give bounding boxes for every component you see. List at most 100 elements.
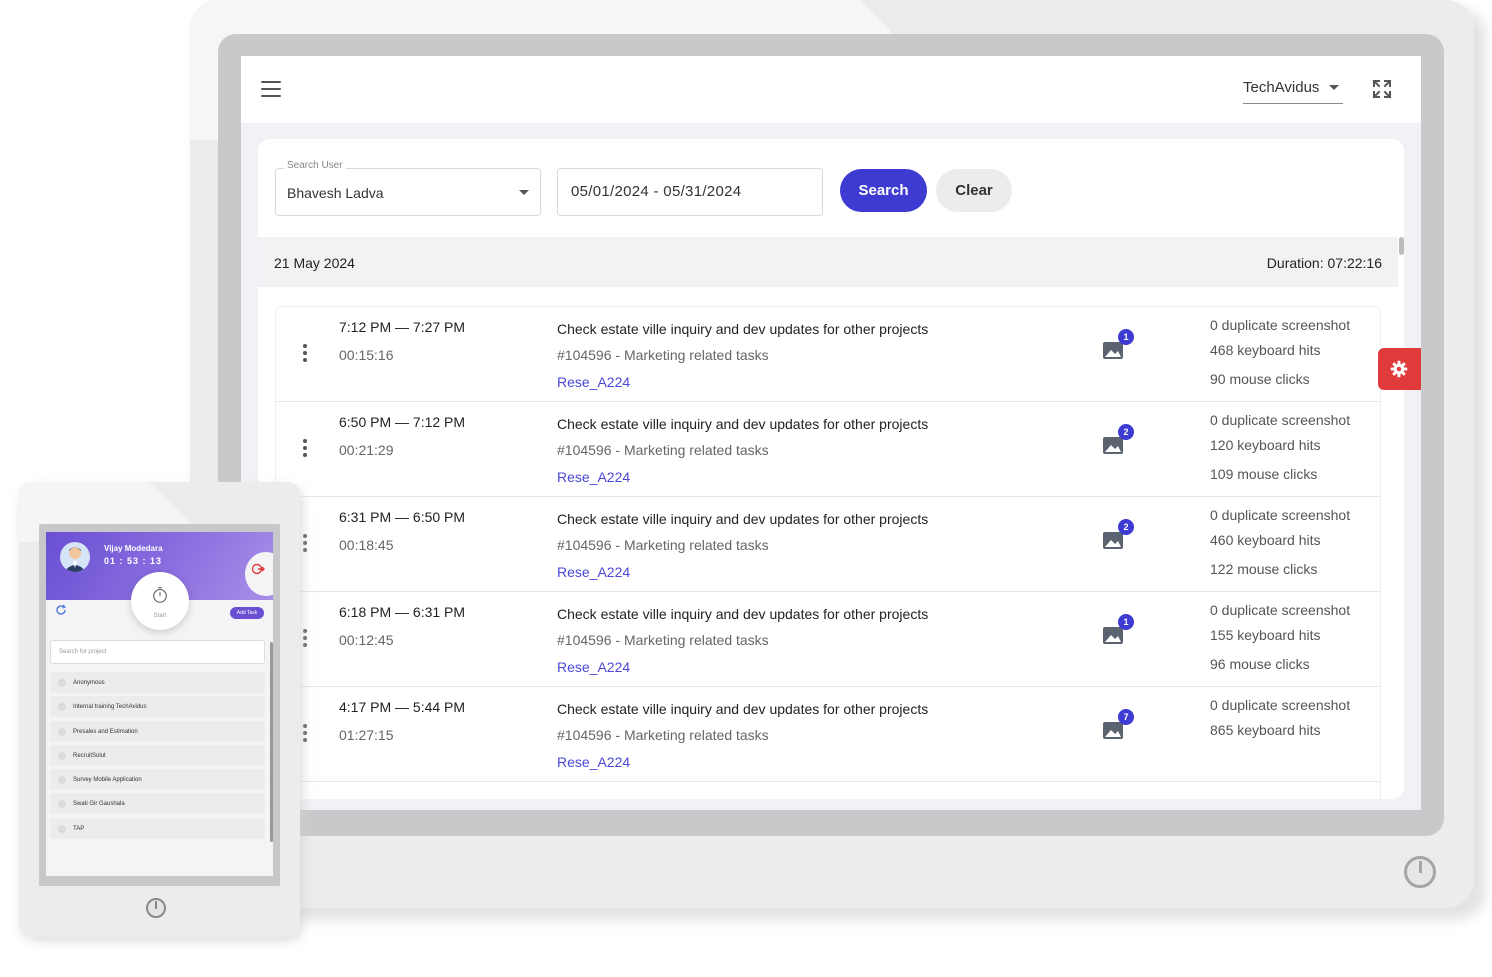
project-name: Internal training TechAvidus <box>73 704 147 710</box>
entry-duration: 00:15:16 <box>339 347 394 363</box>
fullscreen-expand-icon[interactable] <box>1372 79 1392 99</box>
entry-title: Check estate ville inquiry and dev updat… <box>557 606 929 622</box>
monitor-screen: TechAvidus Search User Bhavesh Ladva 05/… <box>241 56 1421 810</box>
entry-task: #104596 - Marketing related tasks <box>557 442 769 458</box>
duplicate-screenshot-stat: 0 duplicate screenshot <box>1210 507 1351 523</box>
project-name: Presales and Estimation <box>73 729 138 735</box>
project-item[interactable]: TAP <box>50 818 265 839</box>
entry-reference-link[interactable]: Rese_A224 <box>557 659 630 675</box>
radio-icon <box>58 776 66 784</box>
project-item[interactable]: RecruitSolut <box>50 745 265 766</box>
tablet-timer: 01 : 53 : 13 <box>104 556 163 566</box>
activity-row: 6:31 PM — 6:50 PM 00:18:45 Check estate … <box>276 497 1380 592</box>
scrollbar-thumb[interactable] <box>1399 237 1404 255</box>
day-summary-bar: 21 May 2024 Duration: 07:22:16 <box>258 237 1398 287</box>
time-range: 4:17 PM — 5:44 PM <box>339 699 466 715</box>
activity-card: Search User Bhavesh Ladva 05/01/2024 - 0… <box>258 139 1404 799</box>
gear-icon <box>1390 360 1408 378</box>
duplicate-screenshot-stat: 0 duplicate screenshot <box>1210 317 1351 333</box>
monitor-frame: TechAvidus Search User Bhavesh Ladva 05/… <box>190 0 1474 908</box>
app-header: TechAvidus <box>241 56 1421 123</box>
search-button[interactable]: Search <box>840 169 927 212</box>
project-name: Survey Mobile Application <box>73 777 142 783</box>
day-duration: Duration: 07:22:16 <box>1266 255 1382 271</box>
chevron-down-icon <box>1329 85 1339 90</box>
entry-duration: 00:21:29 <box>339 442 394 458</box>
entry-title: Check estate ville inquiry and dev updat… <box>557 416 929 432</box>
screenshot-count-badge: 1 <box>1118 329 1134 345</box>
entry-reference-link[interactable]: Rese_A224 <box>557 374 630 390</box>
project-name: RecruitSolut <box>73 753 106 759</box>
clear-button[interactable]: Clear <box>936 169 1012 212</box>
entry-reference-link[interactable]: Rese_A224 <box>557 564 630 580</box>
project-item[interactable]: Anonymous <box>50 672 265 693</box>
start-label: Start <box>153 613 167 619</box>
screenshot-count-badge: 7 <box>1118 709 1134 725</box>
organization-name: TechAvidus <box>1243 79 1320 96</box>
chevron-down-icon <box>519 190 529 195</box>
scrollbar-thumb[interactable] <box>270 642 273 842</box>
tablet-frame: Vijay Modedara 01 : 53 : 13 Start Add Ta… <box>19 482 300 937</box>
radio-icon <box>58 825 66 833</box>
mouse-clicks-stat: 90 mouse clicks <box>1210 371 1310 387</box>
keyboard-hits-stat: 865 keyboard hits <box>1210 722 1321 738</box>
keyboard-hits-stat: 460 keyboard hits <box>1210 532 1321 548</box>
refresh-icon[interactable] <box>55 604 67 616</box>
entry-task: #104596 - Marketing related tasks <box>557 632 769 648</box>
tablet-power-icon <box>146 898 166 918</box>
add-task-button[interactable]: Add Task <box>230 607 264 619</box>
radio-icon <box>58 800 66 808</box>
keyboard-hits-stat: 155 keyboard hits <box>1210 627 1321 643</box>
project-item[interactable]: Survey Mobile Application <box>50 769 265 790</box>
activity-row: 4:17 PM — 5:44 PM 01:27:15 Check estate … <box>276 687 1380 782</box>
product-mockup: TechAvidus Search User Bhavesh Ladva 05/… <box>0 0 1492 977</box>
avatar <box>60 542 90 572</box>
duplicate-screenshot-stat: 0 duplicate screenshot <box>1210 697 1351 713</box>
vertical-dots-icon[interactable] <box>300 344 310 364</box>
time-range: 6:18 PM — 6:31 PM <box>339 604 466 620</box>
entry-duration: 00:12:45 <box>339 632 394 648</box>
search-user-select[interactable]: Search User Bhavesh Ladva <box>275 160 541 216</box>
entry-task: #104596 - Marketing related tasks <box>557 727 769 743</box>
project-name: Swati Gir Gaushala <box>73 801 125 807</box>
hamburger-menu-icon[interactable] <box>261 81 281 97</box>
entry-title: Check estate ville inquiry and dev updat… <box>557 701 929 717</box>
entry-duration: 01:27:15 <box>339 727 394 743</box>
activity-row: 6:50 PM — 7:12 PM 00:21:29 Check estate … <box>276 402 1380 497</box>
time-range: 6:50 PM — 7:12 PM <box>339 414 466 430</box>
entry-task: #104596 - Marketing related tasks <box>557 537 769 553</box>
time-range: 7:12 PM — 7:27 PM <box>339 319 466 335</box>
duplicate-screenshot-stat: 0 duplicate screenshot <box>1210 602 1351 618</box>
keyboard-hits-stat: 468 keyboard hits <box>1210 342 1321 358</box>
search-user-value: Bhavesh Ladva <box>287 185 384 201</box>
tablet-screen: Vijay Modedara 01 : 53 : 13 Start Add Ta… <box>46 532 273 876</box>
vertical-dots-icon[interactable] <box>300 439 310 459</box>
date-range-input[interactable]: 05/01/2024 - 05/31/2024 <box>557 168 823 216</box>
settings-button[interactable] <box>1378 348 1421 390</box>
entry-reference-link[interactable]: Rese_A224 <box>557 469 630 485</box>
activity-row: 7:12 PM — 7:27 PM 00:15:16 Check estate … <box>276 307 1380 402</box>
mouse-clicks-stat: 122 mouse clicks <box>1210 561 1318 577</box>
project-item[interactable]: Internal training TechAvidus <box>50 696 265 717</box>
entry-title: Check estate ville inquiry and dev updat… <box>557 511 929 527</box>
activity-row: 6:18 PM — 6:31 PM 00:12:45 Check estate … <box>276 592 1380 687</box>
organization-select[interactable]: TechAvidus <box>1243 76 1343 104</box>
activity-list: 7:12 PM — 7:27 PM 00:15:16 Check estate … <box>275 306 1381 799</box>
entry-task: #104596 - Marketing related tasks <box>557 347 769 363</box>
time-range: 6:31 PM — 6:50 PM <box>339 509 466 525</box>
duplicate-screenshot-stat: 0 duplicate screenshot <box>1210 412 1351 428</box>
project-name: TAP <box>73 826 85 832</box>
project-item[interactable]: Presales and Estimation <box>50 721 265 742</box>
entry-reference-link[interactable]: Rese_A224 <box>557 754 630 770</box>
date-range-value: 05/01/2024 - 05/31/2024 <box>571 183 742 200</box>
entry-title: Check estate ville inquiry and dev updat… <box>557 321 929 337</box>
project-item[interactable]: Swati Gir Gaushala <box>50 793 265 814</box>
mouse-clicks-stat: 96 mouse clicks <box>1210 656 1310 672</box>
logout-icon[interactable] <box>251 563 265 575</box>
project-search-input[interactable]: Search for project <box>50 640 265 664</box>
screenshot-count-badge: 1 <box>1118 614 1134 630</box>
start-timer-button[interactable]: Start <box>131 572 189 630</box>
monitor-power-icon <box>1404 856 1436 888</box>
radio-icon <box>58 728 66 736</box>
radio-icon <box>58 679 66 687</box>
